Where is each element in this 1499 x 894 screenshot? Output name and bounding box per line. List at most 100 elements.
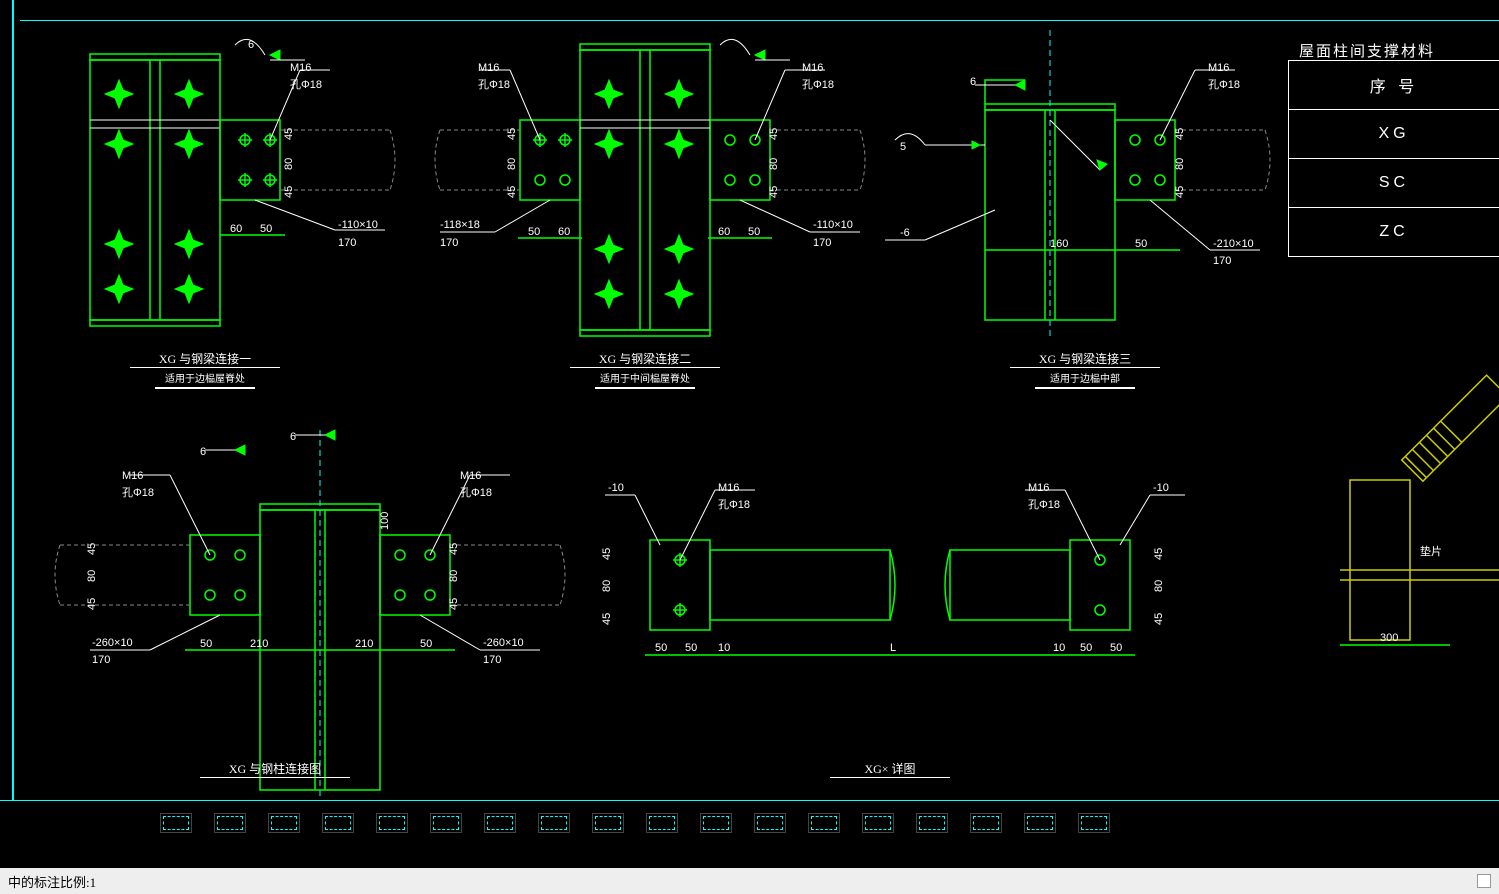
bolt-label: M16 (122, 470, 143, 482)
svg-text:60: 60 (558, 226, 570, 238)
svg-text:10: 10 (1053, 642, 1065, 654)
svg-text:170: 170 (338, 237, 356, 249)
detail-title-3: XG 与钢梁连接三 (1010, 350, 1160, 368)
svg-text:45: 45 (506, 128, 518, 140)
svg-text:45: 45 (768, 186, 780, 198)
bolt-label: M16 (460, 470, 481, 482)
svg-text:80: 80 (1174, 158, 1186, 170)
svg-text:50: 50 (420, 638, 432, 650)
svg-text:50: 50 (1110, 642, 1122, 654)
status-text: 中的标注比例:1 (8, 875, 96, 890)
hole-label: 孔Φ18 (802, 76, 834, 92)
svg-text:80: 80 (283, 158, 295, 170)
svg-text:170: 170 (483, 654, 501, 666)
svg-text:170: 170 (440, 237, 458, 249)
svg-text:-210×10: -210×10 (1213, 238, 1254, 250)
drawing-svg: 60 50 45 80 45 6 -110×10 170 (0, 0, 1499, 820)
svg-text:6: 6 (200, 446, 206, 458)
svg-text:45: 45 (506, 186, 518, 198)
palette-item[interactable] (1078, 813, 1110, 833)
palette-item[interactable] (268, 813, 300, 833)
detail-title-2: XG 与钢梁连接二 (570, 350, 720, 368)
svg-text:L: L (890, 642, 896, 654)
palette-item[interactable] (1024, 813, 1056, 833)
palette-item[interactable] (916, 813, 948, 833)
palette-item[interactable] (700, 813, 732, 833)
palette-item[interactable] (376, 813, 408, 833)
svg-text:50: 50 (1080, 642, 1092, 654)
svg-text:45: 45 (86, 598, 98, 610)
svg-text:-110×10: -110×10 (338, 219, 378, 231)
svg-text:170: 170 (92, 654, 110, 666)
svg-text:210: 210 (250, 638, 268, 650)
svg-text:50: 50 (528, 226, 540, 238)
svg-text:50: 50 (748, 226, 760, 238)
bolt-label: M16 (1208, 62, 1229, 74)
detail-title-1: XG 与钢梁连接一 (130, 350, 280, 368)
bolt-label: M16 (1028, 482, 1049, 494)
palette-item[interactable] (808, 813, 840, 833)
detail-note-3: 适用于边榀中部 (1035, 370, 1135, 389)
bottom-palette (0, 800, 1499, 841)
svg-text:10: 10 (718, 642, 730, 654)
svg-text:45: 45 (1153, 613, 1165, 625)
hole-label: 孔Φ18 (460, 484, 492, 500)
palette-item[interactable] (754, 813, 786, 833)
detail-note-1: 适用于边榀屋脊处 (155, 370, 255, 389)
hole-label: 孔Φ18 (1208, 76, 1240, 92)
palette-item[interactable] (538, 813, 570, 833)
svg-text:45: 45 (601, 548, 613, 560)
palette-item[interactable] (646, 813, 678, 833)
svg-text:50: 50 (260, 223, 272, 235)
bolt-label: M16 (718, 482, 739, 494)
svg-text:-10: -10 (1153, 482, 1169, 494)
svg-text:6: 6 (290, 431, 296, 443)
svg-text:45: 45 (283, 128, 295, 140)
svg-text:50: 50 (655, 642, 667, 654)
svg-text:60: 60 (230, 223, 242, 235)
svg-text:210: 210 (355, 638, 373, 650)
hole-label: 孔Φ18 (1028, 496, 1060, 512)
svg-text:45: 45 (601, 613, 613, 625)
svg-text:80: 80 (86, 570, 98, 582)
svg-text:45: 45 (86, 543, 98, 555)
svg-text:170: 170 (813, 237, 831, 249)
palette-item[interactable] (862, 813, 894, 833)
svg-text:垫片: 垫片 (1420, 544, 1442, 558)
svg-text:45: 45 (283, 186, 295, 198)
svg-text:-110×10: -110×10 (813, 219, 853, 231)
svg-text:45: 45 (768, 128, 780, 140)
svg-text:60: 60 (718, 226, 730, 238)
svg-text:-10: -10 (608, 482, 624, 494)
svg-text:80: 80 (1153, 580, 1165, 592)
svg-text:5: 5 (900, 141, 906, 153)
detail-note-2: 适用于中间榀屋脊处 (595, 370, 695, 389)
cad-canvas[interactable]: 屋面柱间支撑材料 序 号 XG SC ZC (0, 0, 1499, 820)
svg-text:300: 300 (1380, 632, 1398, 644)
svg-text:6: 6 (248, 39, 254, 51)
palette-item[interactable] (322, 813, 354, 833)
palette-item[interactable] (970, 813, 1002, 833)
svg-text:80: 80 (601, 580, 613, 592)
palette-item[interactable] (214, 813, 246, 833)
svg-text:6: 6 (970, 76, 976, 88)
hole-label: 孔Φ18 (718, 496, 750, 512)
svg-text:-6: -6 (900, 227, 910, 239)
hole-label: 孔Φ18 (122, 484, 154, 500)
svg-text:45: 45 (1153, 548, 1165, 560)
hole-label: 孔Φ18 (478, 76, 510, 92)
svg-text:100: 100 (379, 512, 391, 530)
palette-item[interactable] (160, 813, 192, 833)
palette-item[interactable] (592, 813, 624, 833)
palette-item[interactable] (430, 813, 462, 833)
svg-text:160: 160 (1050, 238, 1068, 250)
svg-text:80: 80 (506, 158, 518, 170)
detail-title-5: XG× 详图 (830, 760, 950, 778)
svg-text:-118×18: -118×18 (440, 219, 480, 231)
palette-item[interactable] (484, 813, 516, 833)
svg-text:45: 45 (448, 543, 460, 555)
svg-text:45: 45 (448, 598, 460, 610)
bolt-label: M16 (290, 62, 311, 74)
bolt-label: M16 (478, 62, 499, 74)
bolt-label: M16 (802, 62, 823, 74)
